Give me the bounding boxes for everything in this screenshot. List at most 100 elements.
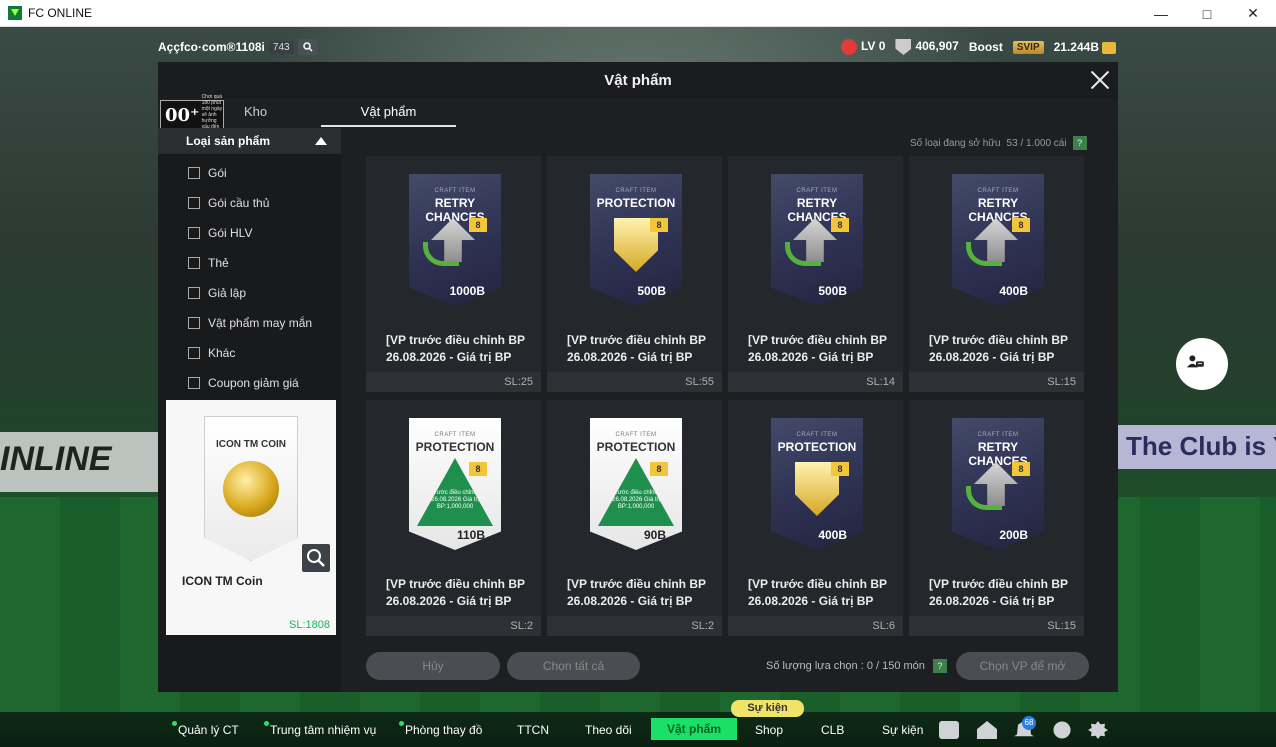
item-label: [VP trước điều chỉnh BP 26.08.2026 - Giá …: [929, 333, 1069, 364]
filter-the[interactable]: Thẻ: [158, 248, 341, 278]
close-icon[interactable]: [1088, 68, 1112, 92]
tab-kho[interactable]: Kho: [244, 104, 267, 119]
item-card[interactable]: CRAFT ITEM PROTECTION 8 400B [VP trước điề…: [728, 400, 903, 636]
minimize-icon[interactable]: —: [1138, 0, 1184, 27]
item-label: [VP trước điều chỉnh BP 26.08.2026 - Giá …: [748, 577, 888, 608]
help-icon[interactable]: ?: [1072, 136, 1087, 150]
maximize-icon[interactable]: □: [1184, 0, 1230, 27]
retry-arrow-icon: [423, 242, 459, 266]
age-rating-badge: 00⁺ Chơi quá 180 phút một ngày sẽ ảnh hư…: [160, 94, 224, 136]
nav-theo-doi[interactable]: Theo dõi: [585, 723, 632, 737]
checkbox[interactable]: [188, 257, 200, 269]
zoom-icon[interactable]: [302, 544, 330, 572]
item-card[interactable]: CRAFT ITEM RETRY CHANCES 8 400B [VP trước …: [909, 156, 1084, 392]
selection-count: Số lượng lựa chọn : 0 / 150 món ?: [766, 659, 947, 673]
item-qty: SL:2: [366, 616, 541, 636]
checkbox[interactable]: [188, 227, 200, 239]
nav-quan-ly-ct[interactable]: Quản lý CT: [172, 721, 239, 737]
filter-goi-cau-thu[interactable]: Gói cầu thủ: [158, 188, 341, 218]
protection-card: CRAFT ITEM PROTECTION VP trước điều chỉnh…: [590, 418, 682, 550]
item-label: [VP trước điều chỉnh BP 26.08.2026 - Giá …: [386, 333, 526, 364]
retry-chances-card: CRAFT ITEM RETRY CHANCES 8 200B: [952, 418, 1044, 550]
item-card[interactable]: CRAFT ITEM RETRY CHANCES 8 500B [VP trước …: [728, 156, 903, 392]
checkbox[interactable]: [188, 347, 200, 359]
dialog-title: Vật phẩm: [604, 71, 672, 89]
retry-arrow-icon: [966, 486, 1002, 510]
checkbox[interactable]: [188, 167, 200, 179]
bp-stat: 21.244B: [1054, 40, 1116, 54]
search-icon[interactable]: [297, 39, 318, 55]
select-all-button[interactable]: Chọn tất cả: [507, 652, 640, 680]
item-label: [VP trước điều chỉnh BP 26.08.2026 - Giá …: [567, 577, 707, 608]
filter-khac[interactable]: Khác: [158, 338, 341, 368]
item-label: [VP trước điều chỉnh BP 26.08.2026 - Giá …: [386, 577, 526, 608]
dialog-header: Vật phẩm: [158, 62, 1118, 98]
retry-chances-card: CRAFT ITEM RETRY CHANCES 8 1000B: [409, 174, 501, 306]
level-badge: 8: [1012, 218, 1030, 232]
nav-trung-tam-nhiem-vu[interactable]: Trung tâm nhiệm vụ: [263, 721, 376, 737]
bp-coin-icon: [1102, 41, 1116, 54]
retry-arrow-icon: [966, 242, 1002, 266]
open-items-button[interactable]: Chọn VP để mở: [956, 652, 1089, 680]
item-label: [VP trước điều chỉnh BP 26.08.2026 - Giá …: [929, 577, 1069, 608]
help-icon[interactable]: ?: [932, 659, 947, 673]
nav-clb[interactable]: CLB: [821, 723, 844, 737]
close-window-icon[interactable]: ✕: [1230, 0, 1276, 27]
user-chat-icon: [1187, 355, 1204, 368]
item-card[interactable]: CRAFT ITEM RETRY CHANCES 8 1000B [VP trước…: [366, 156, 541, 392]
checkbox[interactable]: [188, 317, 200, 329]
boost-label: Boost: [968, 40, 1003, 54]
event-badge: Sự kiện: [731, 700, 804, 717]
window-title: FC ONLINE: [28, 6, 93, 20]
filter-gia-lap[interactable]: Giả lập: [158, 278, 341, 308]
item-qty: SL:15: [909, 616, 1084, 636]
item-label: [VP trước điều chỉnh BP 26.08.2026 - Giá …: [748, 333, 888, 364]
friends-chat-button[interactable]: [1176, 338, 1228, 390]
window-titlebar: FC ONLINE — □ ✕: [0, 0, 1276, 27]
nav-shop[interactable]: Shop: [755, 723, 783, 737]
shield-icon: [895, 39, 912, 55]
filter-sidebar: Loại sản phẩm Gói Gói cầu thủ Gói HLV Th…: [158, 128, 341, 692]
cancel-button[interactable]: Hủy: [366, 652, 500, 680]
retry-chances-card: CRAFT ITEM RETRY CHANCES 8 500B: [771, 174, 863, 306]
status-bar: Aççfco·com®1108i 743 LV 0 406,907 Boost …: [0, 35, 1276, 59]
level-badge: 8: [650, 462, 668, 476]
item-label: [VP trước điều chỉnh BP 26.08.2026 - Giá …: [567, 333, 707, 364]
nav-phong-thay-do[interactable]: Phòng thay đồ: [398, 721, 482, 737]
preview-name: ICON TM Coin: [182, 574, 263, 588]
checkbox[interactable]: [188, 377, 200, 389]
nav-su-kien[interactable]: Sự kiện: [882, 723, 923, 737]
item-qty: SL:15: [909, 372, 1084, 392]
dialog-tabs: Kho Vật phẩm: [158, 98, 1118, 128]
item-qty: SL:25: [366, 372, 541, 392]
item-card[interactable]: CRAFT ITEM PROTECTION VP trước điều chỉnh…: [366, 400, 541, 636]
preview-qty: SL:1808: [289, 619, 330, 631]
level-badge: 8: [831, 462, 849, 476]
filter-vat-pham-may-man[interactable]: Vật phẩm may mắn: [158, 308, 341, 338]
item-card[interactable]: CRAFT ITEM PROTECTION VP trước điều chỉnh…: [547, 400, 722, 636]
item-preview: ICON TM COIN ICON TM Coin SL:1808: [166, 400, 336, 635]
checkbox[interactable]: [188, 287, 200, 299]
level-badge: 8: [831, 218, 849, 232]
filter-coupon[interactable]: Coupon giảm giá: [158, 368, 341, 398]
item-qty: SL:2: [547, 616, 722, 636]
checkbox[interactable]: [188, 197, 200, 209]
points-stat: 406,907: [895, 39, 959, 55]
item-card[interactable]: CRAFT ITEM RETRY CHANCES 8 200B [VP trước …: [909, 400, 1084, 636]
category-list: Gói Gói cầu thủ Gói HLV Thẻ Giả lập Vật …: [158, 158, 341, 398]
account-count: 743: [268, 40, 294, 54]
item-qty: SL:6: [728, 616, 903, 636]
protection-card: CRAFT ITEM PROTECTION 8 500B: [590, 174, 682, 306]
filter-goi-hlv[interactable]: Gói HLV: [158, 218, 341, 248]
item-card[interactable]: CRAFT ITEM PROTECTION 8 500B [VP trước điề…: [547, 156, 722, 392]
owned-count: Số loại đang sở hữu 53 / 1.000 cái ?: [910, 136, 1087, 150]
tab-vat-pham[interactable]: Vật phẩm: [321, 104, 456, 127]
filter-goi[interactable]: Gói: [158, 158, 341, 188]
protection-card: CRAFT ITEM PROTECTION 8 400B: [771, 418, 863, 550]
chat-icon[interactable]: [939, 721, 959, 739]
nav-ttcn[interactable]: TTCN: [517, 723, 549, 737]
window-controls: — □ ✕: [1138, 0, 1276, 27]
category-header[interactable]: Loại sản phẩm: [158, 128, 341, 154]
nav-vat-pham[interactable]: Vật phẩm: [651, 718, 738, 740]
collapse-triangle-icon[interactable]: [315, 137, 327, 145]
